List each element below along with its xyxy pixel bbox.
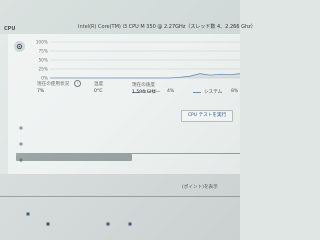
y-tick-label: 100% [36, 40, 48, 46]
y-tick-label: 50% [38, 58, 48, 64]
progress-track [16, 154, 132, 161]
taskbar-icon[interactable] [46, 222, 50, 226]
run-cpu-test-button[interactable]: CPU テストを実行 [181, 110, 233, 122]
system-legend-value: 8% [231, 89, 239, 94]
current-usage-label: 現在の使用状況 [37, 82, 70, 87]
status-dot-icon [19, 142, 23, 146]
y-tick-label: 25% [38, 67, 48, 73]
taskbar-icon[interactable] [106, 222, 110, 226]
divider [0, 196, 240, 197]
user-legend-value: 4% [167, 89, 175, 94]
taskbar-icon[interactable] [26, 212, 30, 216]
series-area [50, 73, 240, 78]
y-tick-label: 75% [38, 49, 48, 55]
taskbar-icon[interactable] [128, 222, 132, 226]
status-dot-icon [19, 126, 23, 130]
system-legend-swatch [193, 92, 201, 93]
current-speed-label: 現在の速度 [132, 83, 155, 88]
info-icon[interactable]: i [74, 80, 81, 87]
temperature-value: 0°C [94, 89, 103, 94]
footer-link[interactable]: (ポイント)を表示 [182, 184, 218, 190]
current-speed-value: 1.596 GHz [132, 90, 157, 95]
status-dot-icon [19, 158, 23, 162]
temperature-label: 温度 [94, 82, 104, 87]
system-legend-label: システム [204, 90, 223, 95]
current-usage-value: 7% [37, 89, 45, 94]
